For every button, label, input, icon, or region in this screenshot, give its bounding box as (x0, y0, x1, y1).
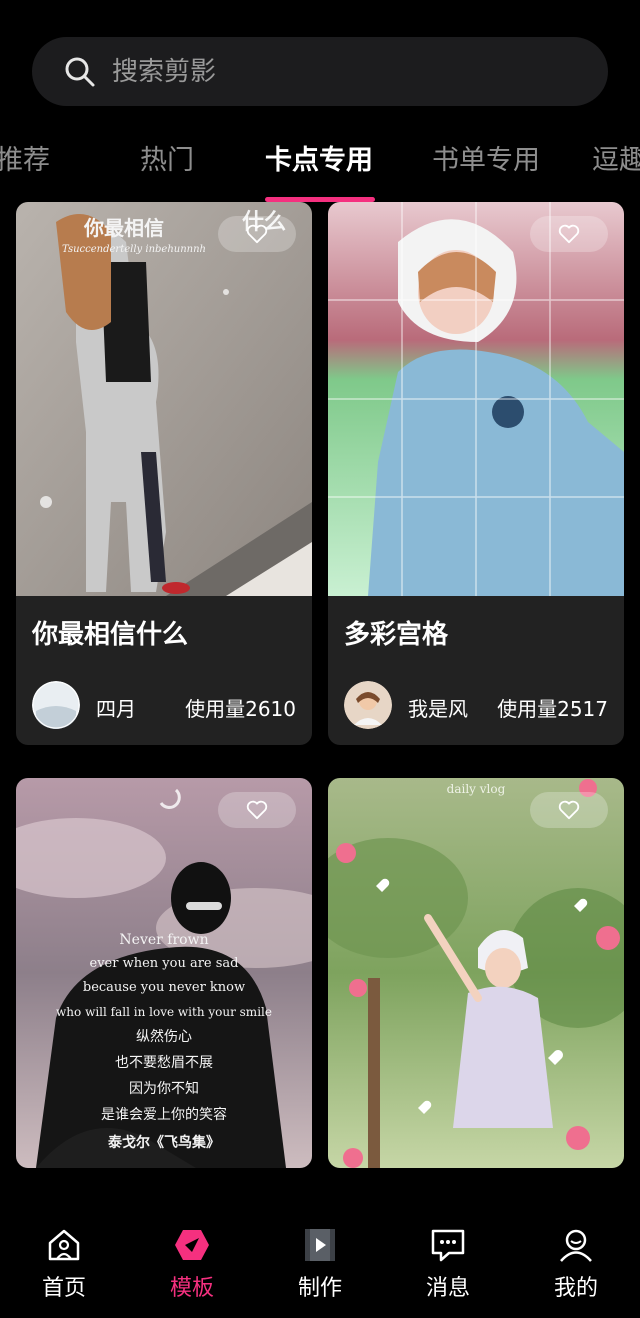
nav-label: 我的 (553, 1276, 598, 1301)
usage-count: 使用量2610 (185, 697, 296, 721)
favorite-button[interactable] (218, 216, 296, 252)
heart-icon (246, 224, 268, 244)
template-thumbnail[interactable] (328, 202, 624, 596)
heart-icon (558, 800, 580, 820)
template-title: 你最相信什么 (32, 620, 189, 650)
template-card[interactable]: Never frown ever when you are sad becaus… (16, 778, 312, 1168)
tab-booklist[interactable]: 书单专用 (432, 138, 540, 177)
template-thumbnail[interactable] (16, 202, 312, 596)
nav-profile[interactable]: 我的 (512, 1226, 640, 1306)
search-input[interactable] (112, 49, 572, 94)
author-name[interactable]: 我是风 (408, 693, 468, 722)
nav-label: 制作 (297, 1276, 342, 1301)
tab-popular[interactable]: 热门 (140, 138, 194, 177)
heart-icon (246, 800, 268, 820)
category-tabs: 推荐 热门 卡点专用 书单专用 逗趣 (0, 120, 640, 202)
thumbnail-poem: Never frown ever when you are sad becaus… (56, 932, 272, 1151)
template-title: 多彩宫格 (344, 620, 449, 650)
nav-messages[interactable]: 消息 (384, 1226, 512, 1306)
profile-icon (560, 1229, 592, 1262)
author-name[interactable]: 四月 (96, 693, 136, 722)
search-icon (65, 57, 95, 87)
tab-recommend[interactable]: 推荐 (0, 138, 50, 177)
heart-icon (558, 224, 580, 244)
template-card[interactable]: 你最相信 什么 Tsuccendertelly inbehunnnh 你最相信什… (16, 202, 312, 745)
template-thumbnail[interactable] (328, 778, 624, 1168)
home-icon (48, 1229, 80, 1261)
search-bar[interactable] (32, 37, 608, 106)
message-icon (431, 1229, 465, 1262)
nav-label: 模板 (169, 1276, 214, 1301)
avatar[interactable] (344, 681, 392, 729)
template-card[interactable]: 多彩宫格 我是风 使用量2517 (328, 202, 624, 745)
nav-label: 消息 (425, 1276, 470, 1301)
tab-beat-sync[interactable]: 卡点专用 (265, 138, 373, 177)
nav-label: 首页 (41, 1276, 86, 1301)
template-card[interactable]: daily vlog (328, 778, 624, 1168)
usage-count: 使用量2517 (497, 697, 608, 721)
nav-create[interactable]: 制作 (256, 1226, 384, 1306)
favorite-button[interactable] (530, 792, 608, 828)
favorite-button[interactable] (530, 216, 608, 252)
favorite-button[interactable] (218, 792, 296, 828)
template-icon (175, 1230, 209, 1260)
tab-funny[interactable]: 逗趣 (592, 138, 640, 177)
bottom-nav: 首页 模板 制作 消息 我的 (0, 1168, 640, 1318)
nav-template[interactable]: 模板 (128, 1226, 256, 1306)
avatar[interactable] (32, 681, 80, 729)
video-create-icon (305, 1229, 335, 1261)
nav-home[interactable]: 首页 (0, 1226, 128, 1306)
